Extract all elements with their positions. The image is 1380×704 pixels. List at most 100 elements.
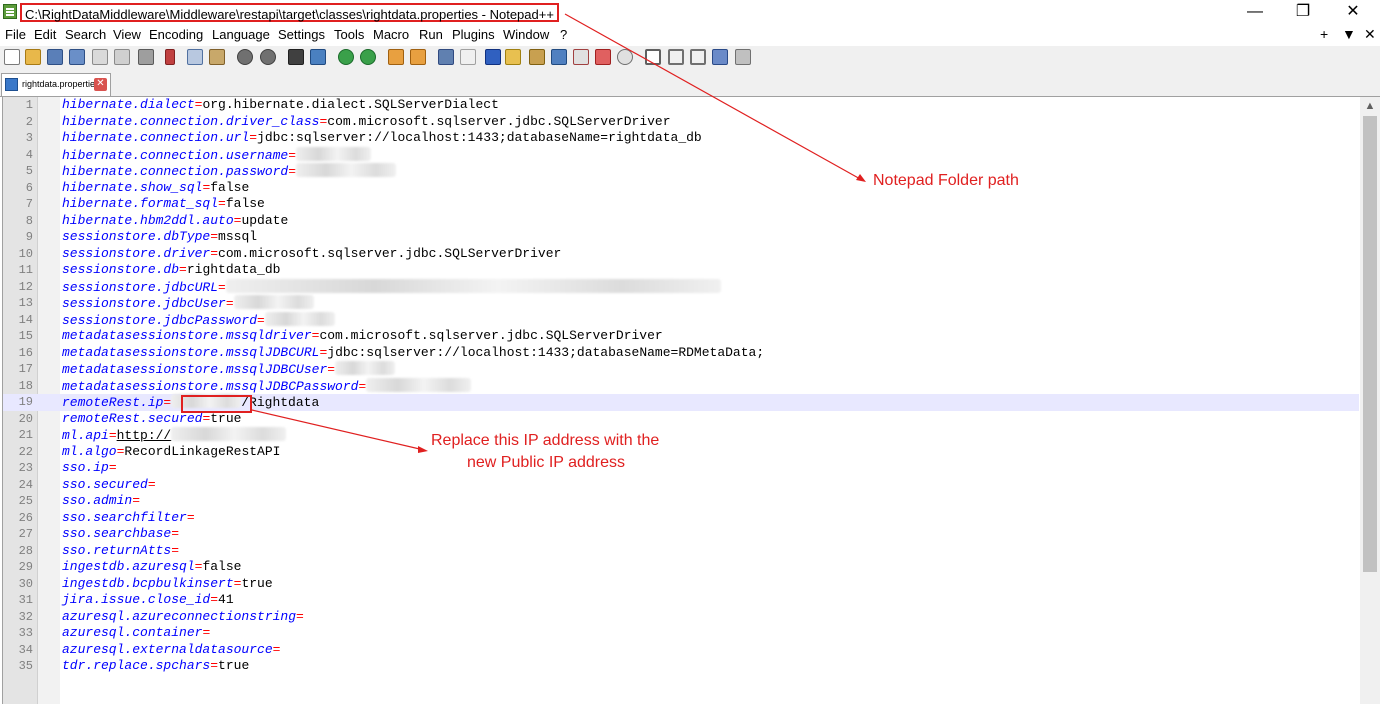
scroll-up-arrow-icon[interactable]: ▲ — [1360, 97, 1380, 115]
sync-v-icon[interactable] — [388, 49, 404, 65]
menu-help[interactable]: ? — [560, 27, 567, 42]
code-line[interactable]: 1 hibernate.dialect=org.hibernate.dialect… — [3, 97, 1359, 114]
code-line[interactable]: 31 jira.issue.close_id=41 — [3, 592, 1359, 609]
find-icon[interactable] — [288, 49, 304, 65]
code-line[interactable]: 16 metadatasessionstore.mssqlJDBCURL=jdbc… — [3, 345, 1359, 362]
save-icon[interactable] — [47, 49, 63, 65]
replace-icon[interactable] — [310, 49, 326, 65]
menu-file[interactable]: File — [5, 27, 26, 42]
doc-map-icon[interactable] — [529, 49, 545, 65]
cut-icon[interactable] — [165, 49, 175, 65]
code-line[interactable]: 29 ingestdb.azuresql=false — [3, 559, 1359, 576]
open-icon[interactable] — [25, 49, 41, 65]
code-line[interactable]: 14 sessionstore.jdbcPassword= — [3, 311, 1359, 329]
close-icon[interactable] — [92, 49, 108, 65]
property-value[interactable]: http:// — [117, 428, 172, 443]
menu-view[interactable]: View — [113, 27, 141, 42]
close-doc-icon[interactable]: ✕ — [1364, 26, 1376, 43]
menu-search[interactable]: Search — [65, 27, 106, 42]
code-line[interactable]: 28 sso.returnAtts= — [3, 543, 1359, 560]
paste-icon[interactable] — [209, 49, 225, 65]
print-icon[interactable] — [138, 49, 154, 65]
vertical-scrollbar[interactable]: ▲ — [1360, 97, 1380, 704]
code-line[interactable]: 34 azuresql.externaldatasource= — [3, 642, 1359, 659]
menu-bar: File Edit Search View Encoding Language … — [0, 24, 1380, 46]
menu-macro[interactable]: Macro — [373, 27, 409, 42]
assign-operator: = — [171, 526, 180, 541]
close-all-icon[interactable] — [114, 49, 130, 65]
property-value: update — [241, 212, 289, 228]
line-number: 7 — [25, 197, 33, 211]
code-line[interactable]: 33 azuresql.container= — [3, 625, 1359, 642]
code-line[interactable]: 21 ml.api=http:// — [3, 427, 1359, 444]
code-line[interactable]: 23 sso.ip= — [3, 460, 1359, 477]
menu-language[interactable]: Language — [212, 27, 270, 42]
code-line[interactable]: 27 sso.searchbase= — [3, 526, 1359, 543]
code-line[interactable]: 25 sso.admin= — [3, 493, 1359, 510]
tab-list-down-icon[interactable]: ▼ — [1342, 26, 1356, 42]
all-chars-icon[interactable] — [460, 49, 476, 65]
menu-run[interactable]: Run — [419, 27, 443, 42]
menu-window[interactable]: Window — [503, 27, 549, 42]
menu-settings[interactable]: Settings — [278, 27, 325, 42]
code-line[interactable]: 18 metadatasessionstore.mssqlJDBCPassword… — [3, 377, 1359, 396]
new-file-icon[interactable] — [4, 49, 20, 65]
code-line[interactable]: 10 sessionstore.driver=com.microsoft.sqls… — [3, 246, 1359, 263]
code-line[interactable]: 26 sso.searchfilter= — [3, 510, 1359, 527]
folder-workspace-icon[interactable] — [573, 49, 589, 65]
stop-macro-icon[interactable] — [668, 49, 684, 65]
code-line[interactable]: 2 hibernate.connection.driver_class=com.m… — [3, 114, 1359, 131]
code-line[interactable]: 4 hibernate.connection.username= — [3, 146, 1359, 164]
new-tab-plus-icon[interactable]: + — [1320, 26, 1328, 42]
code-line[interactable]: 8 hibernate.hbm2ddl.auto=update — [3, 213, 1359, 230]
code-line[interactable]: 30 ingestdb.bcpbulkinsert=true — [3, 576, 1359, 593]
menu-plugins[interactable]: Plugins — [452, 27, 495, 42]
code-line[interactable]: 13 sessionstore.jdbcUser= — [3, 295, 1359, 312]
code-line[interactable]: 24 sso.secured= — [3, 477, 1359, 494]
play-macro-icon[interactable] — [690, 49, 706, 65]
save-macro-icon[interactable] — [735, 49, 751, 65]
menu-edit[interactable]: Edit — [34, 27, 56, 42]
code-line[interactable]: 7 hibernate.format_sql=false — [3, 196, 1359, 213]
wrap-icon[interactable] — [438, 49, 454, 65]
copy-icon[interactable] — [187, 49, 203, 65]
replace-ip-callout-line2: new Public IP address — [467, 454, 626, 471]
run-macro-multiple-icon[interactable] — [712, 49, 728, 65]
sync-h-icon[interactable] — [410, 49, 426, 65]
code-line[interactable]: 12 sessionstore.jdbcURL= — [3, 278, 1359, 296]
close-window-button[interactable]: ✕ — [1330, 0, 1376, 24]
property-value: false — [202, 559, 242, 574]
line-code: metadatasessionstore.mssqlJDBCPassword= — [62, 377, 472, 396]
code-line[interactable]: 22 ml.algo=RecordLinkageRestAPI — [3, 444, 1359, 461]
record-macro-icon[interactable] — [645, 49, 661, 65]
code-line[interactable]: 15 metadatasessionstore.mssqldriver=com.m… — [3, 328, 1359, 345]
code-line[interactable]: 3 hibernate.connection.url=jdbc:sqlserver… — [3, 130, 1359, 147]
line-code: hibernate.connection.url=jdbc:sqlserver:… — [62, 130, 702, 147]
save-all-icon[interactable] — [69, 49, 85, 65]
eye-icon[interactable] — [617, 49, 633, 65]
code-line[interactable]: 11 sessionstore.db=rightdata_db — [3, 262, 1359, 279]
code-line[interactable]: 17 metadatasessionstore.mssqlJDBCUser= — [3, 361, 1359, 378]
code-line[interactable]: 35 tdr.replace.spchars=true — [3, 658, 1359, 675]
code-line[interactable]: 9 sessionstore.dbType=mssql — [3, 229, 1359, 246]
undo-icon[interactable] — [237, 49, 253, 65]
assign-operator: = — [210, 245, 219, 261]
monitor-icon[interactable] — [595, 49, 611, 65]
udl-icon[interactable] — [505, 49, 521, 65]
zoom-in-icon[interactable] — [338, 49, 354, 65]
scroll-thumb[interactable] — [1363, 116, 1377, 572]
indent-guide-icon[interactable] — [485, 49, 501, 65]
menu-encoding[interactable]: Encoding — [149, 27, 203, 42]
function-list-icon[interactable] — [551, 49, 567, 65]
tab-close-icon[interactable]: ✕ — [94, 78, 107, 91]
code-line[interactable]: 32 azuresql.azureconnectionstring= — [3, 609, 1359, 626]
document-tab[interactable]: rightdata.properties ✕ — [1, 73, 111, 96]
code-line[interactable]: 5 hibernate.connection.password= — [3, 163, 1359, 180]
redo-icon[interactable] — [260, 49, 276, 65]
line-number: 15 — [18, 329, 33, 343]
minimize-button[interactable]: — — [1232, 0, 1278, 24]
zoom-out-icon[interactable] — [360, 49, 376, 65]
maximize-button[interactable]: ❐ — [1280, 0, 1326, 24]
menu-tools[interactable]: Tools — [334, 27, 364, 42]
code-line[interactable]: 6 hibernate.show_sql=false — [3, 180, 1359, 197]
